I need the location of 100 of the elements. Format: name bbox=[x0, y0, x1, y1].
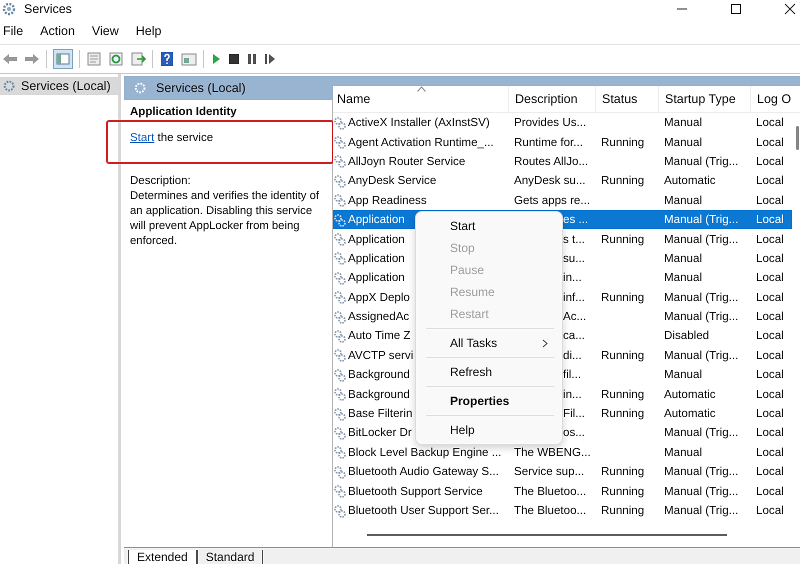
table-cell[interactable]: AppX Deplo bbox=[348, 290, 410, 304]
menu-item[interactable]: Help bbox=[136, 24, 162, 38]
service-gears-icon bbox=[334, 426, 346, 440]
table-cell[interactable]: Application bbox=[348, 232, 405, 246]
table-cell: Local bbox=[756, 290, 784, 304]
table-cell: Local bbox=[756, 368, 784, 382]
table-cell[interactable]: Agent Activation Runtime_... bbox=[348, 136, 494, 149]
column-header[interactable]: Status bbox=[595, 86, 658, 112]
table-cell: Local bbox=[756, 348, 784, 362]
back-arrow-icon[interactable] bbox=[2, 52, 18, 66]
table-cell: Manual (Trig... bbox=[664, 484, 738, 498]
table-cell: The WBENG... bbox=[514, 446, 591, 459]
table-cell: Running bbox=[601, 290, 644, 304]
menu-item[interactable]: View bbox=[92, 24, 119, 38]
table-cell: Manual (Trig... bbox=[664, 348, 738, 362]
menu-item[interactable]: Action bbox=[40, 24, 75, 38]
resume-icon[interactable] bbox=[264, 52, 276, 66]
window-title: Services bbox=[24, 2, 72, 16]
table-cell: Running bbox=[601, 484, 644, 498]
table-cell: Manual (Trig... bbox=[664, 310, 738, 324]
menu-item[interactable]: File bbox=[3, 24, 24, 38]
table-cell: Running bbox=[601, 388, 644, 401]
table-cell: Local bbox=[756, 465, 784, 478]
service-gears-icon bbox=[334, 232, 346, 246]
gear-icon bbox=[2, 1, 18, 17]
panel-icon[interactable] bbox=[181, 51, 197, 67]
gear-icon bbox=[3, 79, 17, 93]
table-cell[interactable]: AVCTP servi bbox=[348, 348, 414, 362]
description-label: Description: bbox=[130, 174, 192, 189]
table-cell: Local bbox=[756, 446, 784, 459]
column-header[interactable]: Name bbox=[333, 86, 508, 112]
table-cell[interactable]: Bluetooth User Support Ser... bbox=[348, 504, 499, 517]
table-cell: Manual (Trig... bbox=[664, 290, 738, 304]
console-tree-icon[interactable] bbox=[53, 49, 73, 69]
export-icon[interactable] bbox=[130, 51, 146, 67]
table-cell[interactable]: Application bbox=[348, 271, 405, 284]
table-cell: Local bbox=[756, 329, 784, 342]
table-cell: Running bbox=[601, 504, 644, 517]
menu-item[interactable]: Properties bbox=[426, 386, 554, 412]
properties-icon[interactable] bbox=[86, 51, 102, 67]
service-gears-icon bbox=[334, 328, 346, 343]
table-cell[interactable]: Block Level Backup Engine ... bbox=[348, 446, 502, 459]
service-gears-icon bbox=[334, 154, 346, 168]
tree-item[interactable]: Services (Local) bbox=[0, 77, 118, 95]
table-cell[interactable]: BitLocker Dr bbox=[348, 426, 412, 440]
column-header[interactable]: Log O bbox=[750, 86, 790, 112]
table-cell: inf... bbox=[563, 290, 585, 304]
pane-title: Services (Local) bbox=[156, 81, 246, 95]
table-cell: es ... bbox=[563, 213, 588, 226]
table-cell[interactable]: Application bbox=[348, 213, 405, 226]
table-cell[interactable]: ActiveX Installer (AxInstSV) bbox=[348, 116, 490, 130]
table-cell: Running bbox=[601, 348, 644, 362]
column-header[interactable]: Startup Type bbox=[658, 86, 750, 112]
table-cell[interactable]: Base Filterin bbox=[348, 407, 412, 420]
column-header[interactable]: Description bbox=[508, 86, 595, 112]
service-gears-icon bbox=[334, 135, 346, 150]
close-icon[interactable] bbox=[784, 3, 796, 15]
stop-icon[interactable] bbox=[228, 52, 240, 66]
table-cell: su... bbox=[563, 252, 585, 265]
table-cell: Local bbox=[756, 136, 784, 149]
table-cell[interactable]: AssignedAc bbox=[348, 310, 410, 324]
table-cell[interactable]: Bluetooth Audio Gateway S... bbox=[348, 465, 499, 478]
sort-caret-icon bbox=[417, 86, 426, 92]
table-cell: Disabled bbox=[664, 329, 710, 342]
table-cell[interactable]: App Readiness bbox=[348, 194, 427, 207]
table-cell: Local bbox=[756, 504, 784, 517]
menu-item[interactable]: Start bbox=[426, 215, 554, 237]
table-cell[interactable]: Auto Time Z bbox=[348, 329, 410, 342]
scrollbar-thumb[interactable] bbox=[796, 126, 799, 150]
help-icon[interactable] bbox=[159, 51, 175, 67]
table-cell[interactable]: AnyDesk Service bbox=[348, 174, 436, 188]
table-cell: Fil... bbox=[563, 407, 585, 420]
forward-arrow-icon[interactable] bbox=[24, 52, 40, 66]
start-link[interactable]: Start bbox=[130, 132, 154, 144]
refresh-icon[interactable] bbox=[108, 51, 124, 67]
table-cell: Manual (Trig... bbox=[664, 232, 738, 246]
table-cell[interactable]: AllJoyn Router Service bbox=[348, 154, 466, 168]
action-text: the service bbox=[158, 132, 214, 144]
table-cell[interactable]: Background bbox=[348, 388, 410, 401]
table-cell: Running bbox=[601, 136, 644, 149]
service-gears-icon bbox=[334, 251, 346, 266]
menu-item[interactable]: Refresh bbox=[426, 357, 554, 383]
table-cell[interactable]: Bluetooth Support Service bbox=[348, 484, 483, 498]
table-cell: Automatic bbox=[664, 174, 716, 188]
table-cell[interactable]: Background bbox=[348, 368, 410, 382]
tab[interactable]: Extended bbox=[128, 550, 197, 564]
table-cell[interactable]: Application bbox=[348, 252, 405, 265]
maximize-icon[interactable] bbox=[730, 3, 742, 15]
pause-icon[interactable] bbox=[246, 52, 258, 66]
table-cell: Manual (Trig... bbox=[664, 154, 738, 168]
tab[interactable]: Standard bbox=[196, 550, 264, 564]
gear-icon bbox=[134, 81, 148, 95]
table-cell: Local bbox=[756, 252, 784, 265]
table-cell: Local bbox=[756, 194, 784, 207]
menu-item[interactable]: All Tasks bbox=[426, 328, 554, 354]
service-gears-icon bbox=[334, 174, 346, 188]
play-icon[interactable] bbox=[210, 52, 222, 66]
menu-item[interactable]: Help bbox=[426, 415, 554, 441]
service-gears-icon bbox=[334, 445, 346, 460]
scrollbar[interactable] bbox=[367, 534, 727, 536]
